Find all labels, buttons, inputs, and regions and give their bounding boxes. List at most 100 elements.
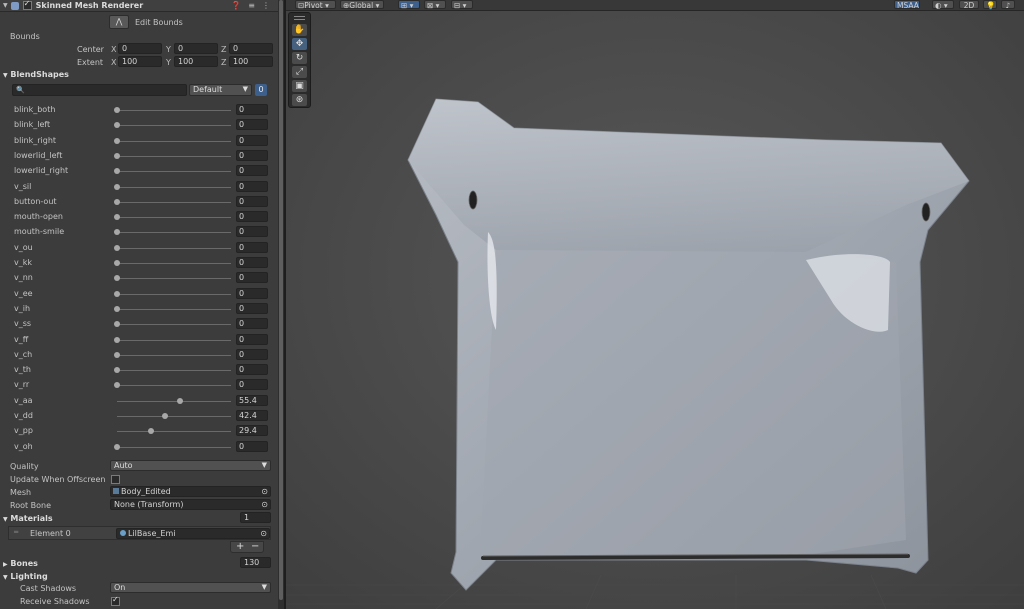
blendshape-slider-knob[interactable]: [114, 305, 120, 312]
blendshape-slider-knob[interactable]: [114, 367, 120, 374]
blendshape-value-field[interactable]: 0: [236, 119, 268, 131]
sliders-icon[interactable]: ≡: [248, 1, 255, 10]
blendshape-value-field[interactable]: 0: [236, 134, 268, 146]
blendshape-slider-track[interactable]: [117, 201, 231, 203]
blendshapes-header[interactable]: ▼ BlendShapes: [3, 70, 69, 79]
mesh-field[interactable]: Body_Edited ⊙: [110, 486, 271, 497]
hand-tool-icon[interactable]: ✋: [292, 24, 307, 36]
blendshape-slider-track[interactable]: [117, 324, 231, 326]
rect-tool-icon[interactable]: ▣: [292, 80, 307, 92]
blendshape-value-field[interactable]: 0: [236, 272, 268, 284]
blendshape-value-field[interactable]: 0: [236, 348, 268, 360]
blendshape-value-field[interactable]: 0: [236, 241, 268, 253]
blendshape-slider-track[interactable]: [117, 354, 231, 356]
blendshape-slider-track[interactable]: [117, 140, 231, 142]
edit-bounds-toggle[interactable]: ⋀: [109, 15, 129, 29]
blendshape-slider-knob[interactable]: [114, 122, 120, 129]
msaa-toggle[interactable]: MSAA: [894, 0, 920, 10]
global-dropdown[interactable]: ⊕Global ▾: [340, 0, 384, 10]
blendshape-slider-track[interactable]: [117, 125, 231, 127]
materials-header[interactable]: ▼ Materials: [3, 514, 53, 523]
scale-tool-icon[interactable]: ⤢: [292, 66, 307, 78]
rotate-tool-icon[interactable]: ↻: [292, 52, 307, 64]
blendshape-value-field[interactable]: 55.4: [236, 394, 268, 406]
kebab-icon[interactable]: ⋮: [262, 1, 270, 10]
blendshape-slider-knob[interactable]: [147, 428, 154, 435]
blendshape-slider-knob[interactable]: [114, 244, 120, 251]
component-enabled-checkbox[interactable]: [22, 0, 32, 10]
lighting-toggle[interactable]: 💡: [983, 0, 997, 10]
grid-view-toggle[interactable]: ⊟ ▾: [451, 0, 473, 10]
blendshape-value-field[interactable]: 0: [236, 379, 268, 391]
blendshape-slider-knob[interactable]: [114, 443, 120, 450]
blendshape-slider-track[interactable]: [117, 400, 231, 402]
blendshape-slider-knob[interactable]: [114, 107, 120, 113]
audio-toggle[interactable]: ♪: [1001, 0, 1015, 10]
blendshape-value-field[interactable]: 0: [236, 195, 268, 207]
center-y-field[interactable]: 0: [174, 43, 218, 54]
blendshape-slider-track[interactable]: [117, 247, 231, 249]
blendshape-slider-track[interactable]: [117, 110, 231, 111]
cast-shadows-dropdown[interactable]: On ▼: [110, 582, 271, 593]
transform-tool-icon[interactable]: ⊛: [292, 94, 307, 106]
blendshape-value-field[interactable]: 0: [236, 287, 268, 299]
blendshape-slider-knob[interactable]: [114, 137, 120, 144]
remove-material-button[interactable]: −: [251, 542, 259, 552]
receive-shadows-checkbox[interactable]: [111, 595, 120, 606]
blendshape-slider-track[interactable]: [117, 171, 231, 173]
blendshape-slider-track[interactable]: [117, 385, 231, 387]
blendshape-slider-track[interactable]: [117, 186, 231, 188]
blendshape-slider-track[interactable]: [117, 217, 231, 219]
object-picker-icon[interactable]: ⊙: [261, 500, 268, 509]
blendshape-slider-track[interactable]: [117, 293, 231, 295]
draw-mode-dropdown[interactable]: ◐ ▾: [932, 0, 954, 10]
blendshape-slider-knob[interactable]: [114, 336, 120, 343]
blendshape-slider-knob[interactable]: [114, 183, 120, 190]
blendshape-search-input[interactable]: 🔍: [12, 84, 187, 96]
pivot-dropdown[interactable]: ⊡Pivot ▾: [295, 0, 336, 10]
blendshape-value-field[interactable]: 0: [236, 211, 268, 223]
blendshape-slider-track[interactable]: [117, 446, 231, 448]
drag-handle-icon[interactable]: ═: [14, 528, 18, 536]
blendshape-slider-knob[interactable]: [114, 229, 120, 236]
blendshape-slider-track[interactable]: [117, 155, 231, 157]
blendshape-value-field[interactable]: 0: [236, 180, 268, 192]
materials-count-field[interactable]: 1: [240, 512, 271, 523]
blendshape-slider-track[interactable]: [117, 370, 231, 372]
bones-header[interactable]: ▶ Bones: [3, 559, 38, 568]
blendshape-value-field[interactable]: 0: [236, 333, 268, 345]
blendshape-slider-track[interactable]: [117, 416, 231, 417]
blendshape-value-field[interactable]: 0: [236, 165, 268, 177]
extent-z-field[interactable]: 100: [229, 56, 273, 67]
blendshape-value-field[interactable]: 0: [236, 149, 268, 161]
add-material-button[interactable]: +: [236, 542, 244, 552]
move-tool-icon[interactable]: ✥: [292, 38, 307, 50]
blendshape-slider-track[interactable]: [117, 232, 231, 234]
object-picker-icon[interactable]: ⊙: [260, 529, 267, 538]
palette-grip-icon[interactable]: [294, 16, 305, 20]
blendshape-filter-dropdown[interactable]: Default ▼: [189, 84, 252, 96]
blendshape-slider-track[interactable]: [117, 308, 231, 310]
inspector-scrollbar-thumb[interactable]: [279, 0, 283, 600]
update-offscreen-checkbox[interactable]: [111, 475, 120, 484]
quality-dropdown[interactable]: Auto ▼: [110, 460, 271, 471]
blendshape-value-field[interactable]: 0: [236, 302, 268, 314]
blendshape-value-field[interactable]: 29.4: [236, 425, 268, 437]
root-bone-field[interactable]: None (Transform) ⊙: [110, 499, 271, 510]
scene-viewport[interactable]: [286, 0, 1024, 609]
blendshape-slider-knob[interactable]: [114, 382, 120, 389]
center-x-field[interactable]: 0: [118, 43, 162, 54]
blendshape-slider-knob[interactable]: [162, 413, 169, 419]
extent-y-field[interactable]: 100: [174, 56, 218, 67]
help-icon[interactable]: ❓: [231, 1, 241, 10]
center-z-field[interactable]: 0: [229, 43, 273, 54]
element-0-field[interactable]: LilBase_Emi ⊙: [116, 528, 270, 539]
blendshape-slider-knob[interactable]: [114, 290, 120, 297]
blendshape-slider-track[interactable]: [117, 339, 231, 341]
blendshape-slider-knob[interactable]: [114, 321, 120, 328]
blendshape-slider-knob[interactable]: [114, 275, 120, 282]
blendshape-value-field[interactable]: 0: [236, 440, 268, 452]
blendshape-slider-knob[interactable]: [114, 168, 120, 175]
2d-toggle[interactable]: 2D: [959, 0, 979, 10]
blendshape-slider-track[interactable]: [117, 431, 231, 433]
